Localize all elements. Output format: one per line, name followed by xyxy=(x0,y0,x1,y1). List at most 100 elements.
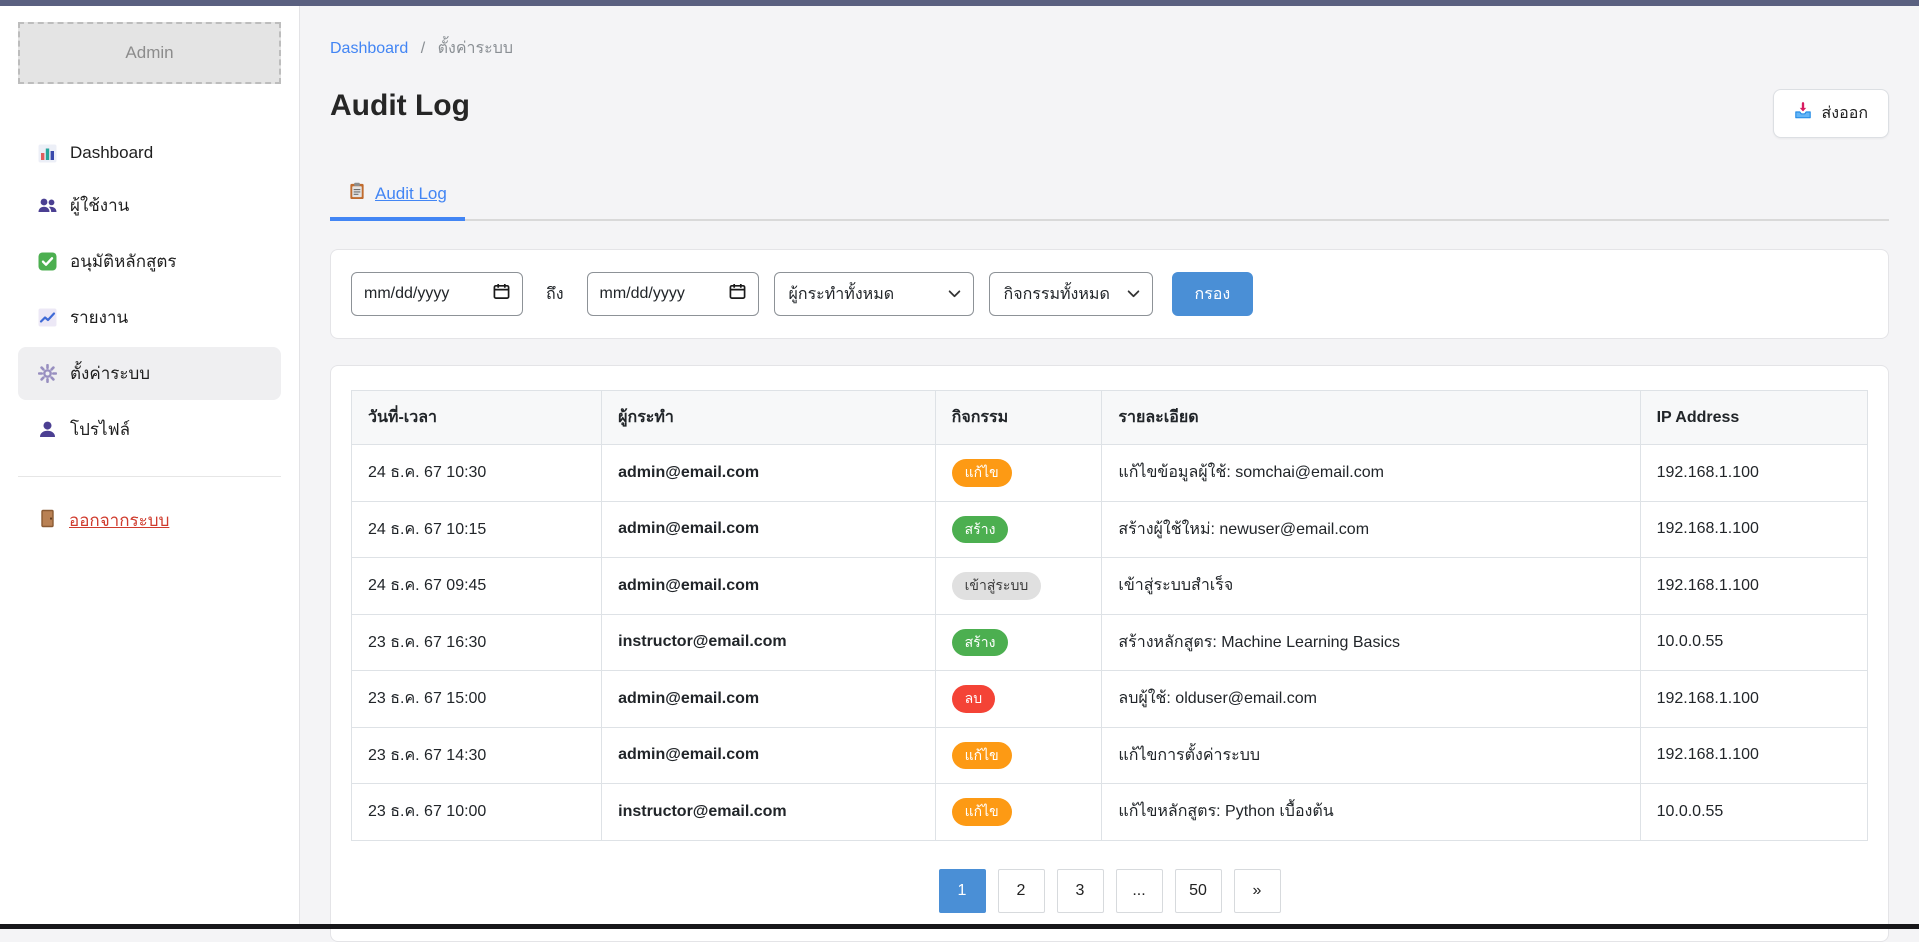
cell-detail: แก้ไขการตั้งค่าระบบ xyxy=(1102,727,1640,784)
tab-audit-log[interactable]: Audit Log xyxy=(330,172,465,221)
cell-activity: สร้าง xyxy=(935,614,1102,671)
calendar-icon xyxy=(493,283,510,305)
table-row: 24 ธ.ค. 67 10:15 admin@email.com สร้าง ส… xyxy=(352,501,1868,558)
chevron-down-icon xyxy=(948,285,961,303)
cell-actor: instructor@email.com xyxy=(602,614,936,671)
users-icon xyxy=(38,196,57,215)
cell-detail: แก้ไขหลักสูตร: Python เบื้องต้น xyxy=(1102,784,1640,841)
breadcrumb-dashboard-link[interactable]: Dashboard xyxy=(330,40,408,57)
cell-datetime: 24 ธ.ค. 67 09:45 xyxy=(352,558,602,615)
date-to-input[interactable]: mm/dd/yyyy xyxy=(587,272,759,316)
sidebar-item-label: อนุมัติหลักสูตร xyxy=(70,248,177,275)
cell-activity: เข้าสู่ระบบ xyxy=(935,558,1102,615)
filter-panel: mm/dd/yyyy ถึง mm/dd/yyyy ผู้กระทำทั้งหม… xyxy=(330,249,1889,339)
app-shell: Admin Dashboard ผู้ใช้งาน อนุมัติหลักสูต… xyxy=(0,6,1919,924)
cell-detail: แก้ไขข้อมูลผู้ใช้: somchai@email.com xyxy=(1102,445,1640,502)
breadcrumb-separator: / xyxy=(421,40,425,57)
bar-chart-icon xyxy=(38,144,57,163)
to-label: ถึง xyxy=(546,282,564,307)
cell-actor: admin@email.com xyxy=(602,445,936,502)
cell-detail: สร้างหลักสูตร: Machine Learning Basics xyxy=(1102,614,1640,671)
tab-bar: Audit Log xyxy=(330,172,1889,221)
cell-actor: instructor@email.com xyxy=(602,784,936,841)
tab-label: Audit Log xyxy=(375,184,447,204)
cell-datetime: 23 ธ.ค. 67 16:30 xyxy=(352,614,602,671)
cell-actor: admin@email.com xyxy=(602,558,936,615)
calendar-icon xyxy=(729,283,746,305)
sidebar-item-label: รายงาน xyxy=(70,304,128,331)
column-header-ip: IP Address xyxy=(1640,391,1867,445)
cell-actor: admin@email.com xyxy=(602,671,936,728)
audit-table: วันที่-เวลา ผู้กระทำ กิจกรรม รายละเอียด … xyxy=(351,390,1868,841)
audit-table-card: วันที่-เวลา ผู้กระทำ กิจกรรม รายละเอียด … xyxy=(330,365,1889,942)
page-button-3[interactable]: 3 xyxy=(1057,869,1104,913)
cell-actor: admin@email.com xyxy=(602,727,936,784)
cell-datetime: 24 ธ.ค. 67 10:15 xyxy=(352,501,602,558)
sidebar-item-approve-courses[interactable]: อนุมัติหลักสูตร xyxy=(18,235,281,288)
actor-select[interactable]: ผู้กระทำทั้งหมด xyxy=(774,272,974,316)
logo-text: Admin xyxy=(125,43,173,63)
download-tray-icon xyxy=(1794,102,1812,125)
sidebar-item-users[interactable]: ผู้ใช้งาน xyxy=(18,179,281,232)
cell-actor: admin@email.com xyxy=(602,501,936,558)
cell-ip: 192.168.1.100 xyxy=(1640,558,1867,615)
table-row: 24 ธ.ค. 67 09:45 admin@email.com เข้าสู่… xyxy=(352,558,1868,615)
door-icon xyxy=(38,509,57,533)
table-row: 23 ธ.ค. 67 14:30 admin@email.com แก้ไข แ… xyxy=(352,727,1868,784)
cell-detail: เข้าสู่ระบบสำเร็จ xyxy=(1102,558,1640,615)
activity-select-value: กิจกรรมทั้งหมด xyxy=(1004,282,1110,307)
cell-datetime: 23 ธ.ค. 67 15:00 xyxy=(352,671,602,728)
sidebar-item-profile[interactable]: โปรไฟล์ xyxy=(18,403,281,456)
logo-placeholder: Admin xyxy=(18,22,281,84)
actor-select-value: ผู้กระทำทั้งหมด xyxy=(789,282,895,307)
pagination: 1 2 3 ... 50 » xyxy=(351,869,1868,913)
person-icon xyxy=(38,420,57,439)
page-button-2[interactable]: 2 xyxy=(998,869,1045,913)
sidebar-item-settings[interactable]: ตั้งค่าระบบ xyxy=(18,347,281,400)
table-row: 23 ธ.ค. 67 15:00 admin@email.com ลบ ลบผู… xyxy=(352,671,1868,728)
activity-badge: แก้ไข xyxy=(952,742,1012,770)
page-title: Audit Log xyxy=(330,89,470,123)
gear-icon xyxy=(38,364,57,383)
cell-datetime: 23 ธ.ค. 67 14:30 xyxy=(352,727,602,784)
sidebar-item-label: ผู้ใช้งาน xyxy=(70,192,129,219)
column-header-actor: ผู้กระทำ xyxy=(602,391,936,445)
cell-ip: 192.168.1.100 xyxy=(1640,727,1867,784)
activity-badge: แก้ไข xyxy=(952,798,1012,826)
cell-activity: ลบ xyxy=(935,671,1102,728)
sidebar-menu: Dashboard ผู้ใช้งาน อนุมัติหลักสูตร รายง… xyxy=(18,130,281,456)
cell-activity: สร้าง xyxy=(935,501,1102,558)
export-button[interactable]: ส่งออก xyxy=(1773,89,1889,138)
activity-badge: เข้าสู่ระบบ xyxy=(952,572,1042,600)
page-button-next[interactable]: » xyxy=(1234,869,1281,913)
logout-label: ออกจากระบบ xyxy=(69,507,169,534)
sidebar-item-reports[interactable]: รายงาน xyxy=(18,291,281,344)
table-row: 24 ธ.ค. 67 10:30 admin@email.com แก้ไข แ… xyxy=(352,445,1868,502)
table-row: 23 ธ.ค. 67 16:30 instructor@email.com สร… xyxy=(352,614,1868,671)
breadcrumb-current: ตั้งค่าระบบ xyxy=(438,40,513,57)
cell-ip: 10.0.0.55 xyxy=(1640,614,1867,671)
check-square-icon xyxy=(38,252,57,271)
cell-activity: แก้ไข xyxy=(935,445,1102,502)
date-from-input[interactable]: mm/dd/yyyy xyxy=(351,272,523,316)
activity-badge: สร้าง xyxy=(952,629,1009,657)
sidebar-item-dashboard[interactable]: Dashboard xyxy=(18,130,281,176)
cell-activity: แก้ไข xyxy=(935,727,1102,784)
filter-button[interactable]: กรอง xyxy=(1172,272,1254,316)
breadcrumb: Dashboard / ตั้งค่าระบบ xyxy=(330,36,1889,61)
activity-badge: สร้าง xyxy=(952,516,1009,544)
sidebar-item-label: Dashboard xyxy=(70,143,153,163)
column-header-detail: รายละเอียด xyxy=(1102,391,1640,445)
main-content: Dashboard / ตั้งค่าระบบ Audit Log ส่งออก… xyxy=(300,6,1919,924)
page-button-1[interactable]: 1 xyxy=(939,869,986,913)
page-button-50[interactable]: 50 xyxy=(1175,869,1222,913)
activity-select[interactable]: กิจกรรมทั้งหมด xyxy=(989,272,1153,316)
activity-badge: ลบ xyxy=(952,685,995,713)
page-button-ellipsis[interactable]: ... xyxy=(1116,869,1163,913)
table-header-row: วันที่-เวลา ผู้กระทำ กิจกรรม รายละเอียด … xyxy=(352,391,1868,445)
cell-activity: แก้ไข xyxy=(935,784,1102,841)
cell-datetime: 23 ธ.ค. 67 10:00 xyxy=(352,784,602,841)
sidebar-item-label: ตั้งค่าระบบ xyxy=(70,360,150,387)
logout-link[interactable]: ออกจากระบบ xyxy=(38,507,169,534)
column-header-datetime: วันที่-เวลา xyxy=(352,391,602,445)
